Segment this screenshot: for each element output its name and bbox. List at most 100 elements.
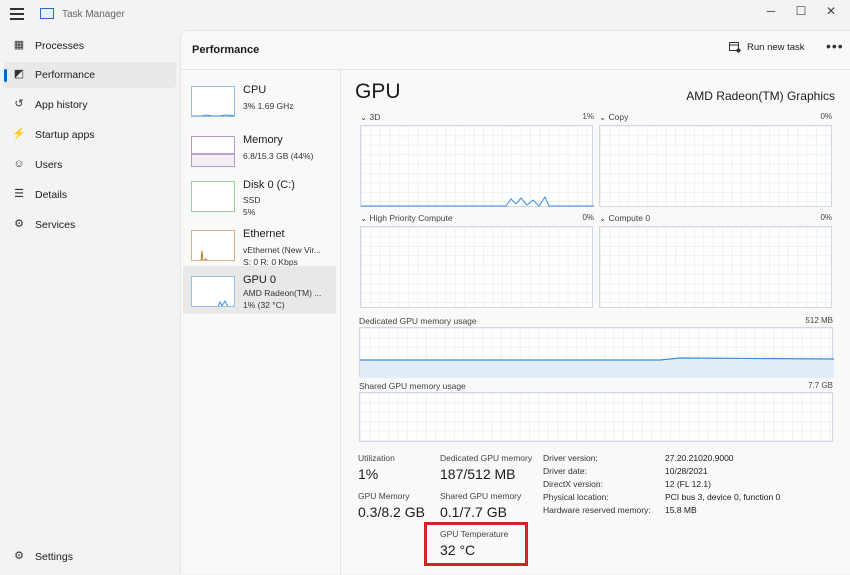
active-indicator [4, 69, 7, 82]
graph-high-priority-compute [360, 226, 593, 308]
panel-divider [340, 70, 341, 575]
hamburger-menu-icon[interactable] [10, 8, 24, 20]
maximize-button[interactable]: ☐ [786, 4, 816, 18]
gpu-thumbnail-graph [191, 276, 235, 307]
gpu-model-name: AMD Radeon(TM) Graphics [686, 89, 835, 103]
info-value: 27.20.21020.9000 [665, 453, 734, 463]
device-detail: vEthernet (New Vir... [243, 245, 321, 255]
sidebar-item-services[interactable]: ⚙ Services [4, 212, 176, 238]
info-value: 12 (FL 12.1) [665, 479, 711, 489]
sidebar-item-label: Details [35, 189, 68, 201]
info-value: 15.8 MB [665, 505, 697, 515]
startup-icon: ⚡ [12, 128, 26, 140]
more-options-button[interactable]: ••• [826, 38, 844, 54]
shared-memory-max: 7.7 GB [808, 381, 833, 390]
run-task-label: Run new task [747, 42, 805, 53]
engine-percent: 0% [820, 213, 832, 222]
sidebar-item-label: Startup apps [35, 129, 95, 141]
device-detail: SSD [243, 195, 261, 205]
processes-icon: ▦ [13, 39, 25, 51]
info-key: Hardware reserved memory: [543, 505, 651, 515]
engine-selector-copy[interactable]: ⌄ Copy [599, 112, 628, 123]
sidebar-item-processes[interactable]: ▦ Processes [4, 33, 176, 59]
services-icon: ⚙ [14, 218, 24, 230]
page-title: Performance [192, 44, 260, 56]
device-detail: 5% [243, 207, 256, 217]
sidebar-item-label: Performance [35, 69, 96, 81]
info-key: Physical location: [543, 492, 609, 502]
sidebar-item-performance[interactable]: ◩ Performance [4, 62, 176, 88]
graph-3d [360, 125, 594, 207]
details-icon: ☰ [14, 188, 24, 200]
device-detail: AMD Radeon(TM) ... [243, 288, 322, 298]
device-name: GPU 0 [243, 274, 277, 286]
page-header: Performance Run new task ••• [181, 31, 850, 70]
engine-percent: 0% [582, 213, 594, 222]
task-manager-app-icon [40, 8, 54, 19]
settings-gear-icon: ⚙ [14, 550, 24, 562]
sidebar-item-label: Settings [35, 551, 73, 563]
history-icon: ↺ [14, 98, 24, 110]
device-name: Disk 0 (C:) [243, 179, 295, 191]
sidebar: ▦ Processes ◩ Performance ↺ App history … [0, 30, 180, 574]
device-item-cpu[interactable]: CPU 3% 1.69 GHz [183, 76, 336, 124]
sidebar-item-label: Users [35, 159, 63, 171]
engine-label: Compute 0 [608, 213, 651, 223]
memory-thumbnail-graph [191, 136, 235, 167]
engine-percent: 0% [820, 112, 832, 121]
dedicated-memory-graph [359, 327, 834, 378]
device-list: CPU 3% 1.69 GHz Memory 6.8/15.3 GB (44%)… [181, 70, 337, 575]
engine-selector-3d[interactable]: ⌄ 3D [360, 112, 380, 123]
device-name: CPU [243, 84, 267, 96]
info-value: PCI bus 3, device 0, function 0 [665, 492, 781, 502]
shared-memory-graph [359, 392, 833, 442]
sidebar-item-settings[interactable]: ⚙ Settings [4, 544, 176, 570]
graph-compute0 [599, 226, 832, 308]
utilization-label: Utilization [358, 453, 395, 463]
shared-memory-stat-label: Shared GPU memory [440, 491, 522, 501]
info-value: 10/28/2021 [665, 466, 708, 476]
info-key: Driver version: [543, 453, 598, 463]
disk-thumbnail-graph [191, 181, 235, 212]
device-item-gpu0[interactable]: GPU 0 AMD Radeon(TM) ... 1% (32 °C) [183, 266, 336, 314]
engine-label: 3D [369, 112, 381, 122]
device-item-memory[interactable]: Memory 6.8/15.3 GB (44%) [183, 126, 336, 174]
sidebar-item-app-history[interactable]: ↺ App history [4, 92, 176, 118]
sidebar-item-label: App history [35, 99, 88, 111]
device-item-ethernet[interactable]: Ethernet vEthernet (New Vir... S: 0 R: 0… [183, 220, 336, 268]
shared-memory-label: Shared GPU memory usage [359, 381, 466, 391]
window-title: Task Manager [62, 9, 125, 20]
device-item-disk[interactable]: Disk 0 (C:) SSD 5% [183, 171, 336, 219]
close-button[interactable]: ✕ [816, 4, 846, 18]
device-name: Memory [243, 134, 283, 146]
dedicated-memory-stat-value: 187/512 MB [440, 466, 516, 482]
sidebar-item-users[interactable]: ☺ Users [4, 152, 176, 178]
engine-selector-compute0[interactable]: ⌄ Compute 0 [599, 213, 650, 224]
sidebar-item-details[interactable]: ☰ Details [4, 182, 176, 208]
dedicated-memory-label: Dedicated GPU memory usage [359, 316, 477, 326]
sidebar-item-label: Processes [35, 40, 85, 52]
device-detail: 1% (32 °C) [243, 300, 285, 310]
utilization-value: 1% [358, 466, 379, 482]
shared-memory-stat-value: 0.1/7.7 GB [440, 504, 507, 520]
run-new-task-button[interactable]: Run new task [729, 42, 805, 53]
engine-selector-high-priority-compute[interactable]: ⌄ High Priority Compute [360, 213, 453, 224]
ethernet-thumbnail-graph [191, 230, 235, 261]
info-key: Driver date: [543, 466, 587, 476]
device-detail: 6.8/15.3 GB (44%) [243, 151, 314, 161]
sidebar-item-label: Services [35, 219, 76, 231]
device-name: Ethernet [243, 228, 285, 240]
device-detail: 3% 1.69 GHz [243, 101, 294, 111]
dedicated-memory-max: 512 MB [805, 316, 833, 325]
temperature-highlight-box [424, 522, 528, 566]
sidebar-item-startup-apps[interactable]: ⚡ Startup apps [4, 122, 176, 148]
performance-icon: ◩ [13, 68, 25, 80]
graph-copy [599, 125, 832, 207]
dedicated-memory-stat-label: Dedicated GPU memory [440, 453, 533, 463]
gpu-memory-value: 0.3/8.2 GB [358, 504, 425, 520]
run-task-icon [729, 42, 741, 53]
cpu-thumbnail-graph [191, 86, 235, 117]
engine-percent: 1% [582, 112, 594, 121]
minimize-button[interactable]: ─ [756, 4, 786, 18]
info-key: DirectX version: [543, 479, 603, 489]
